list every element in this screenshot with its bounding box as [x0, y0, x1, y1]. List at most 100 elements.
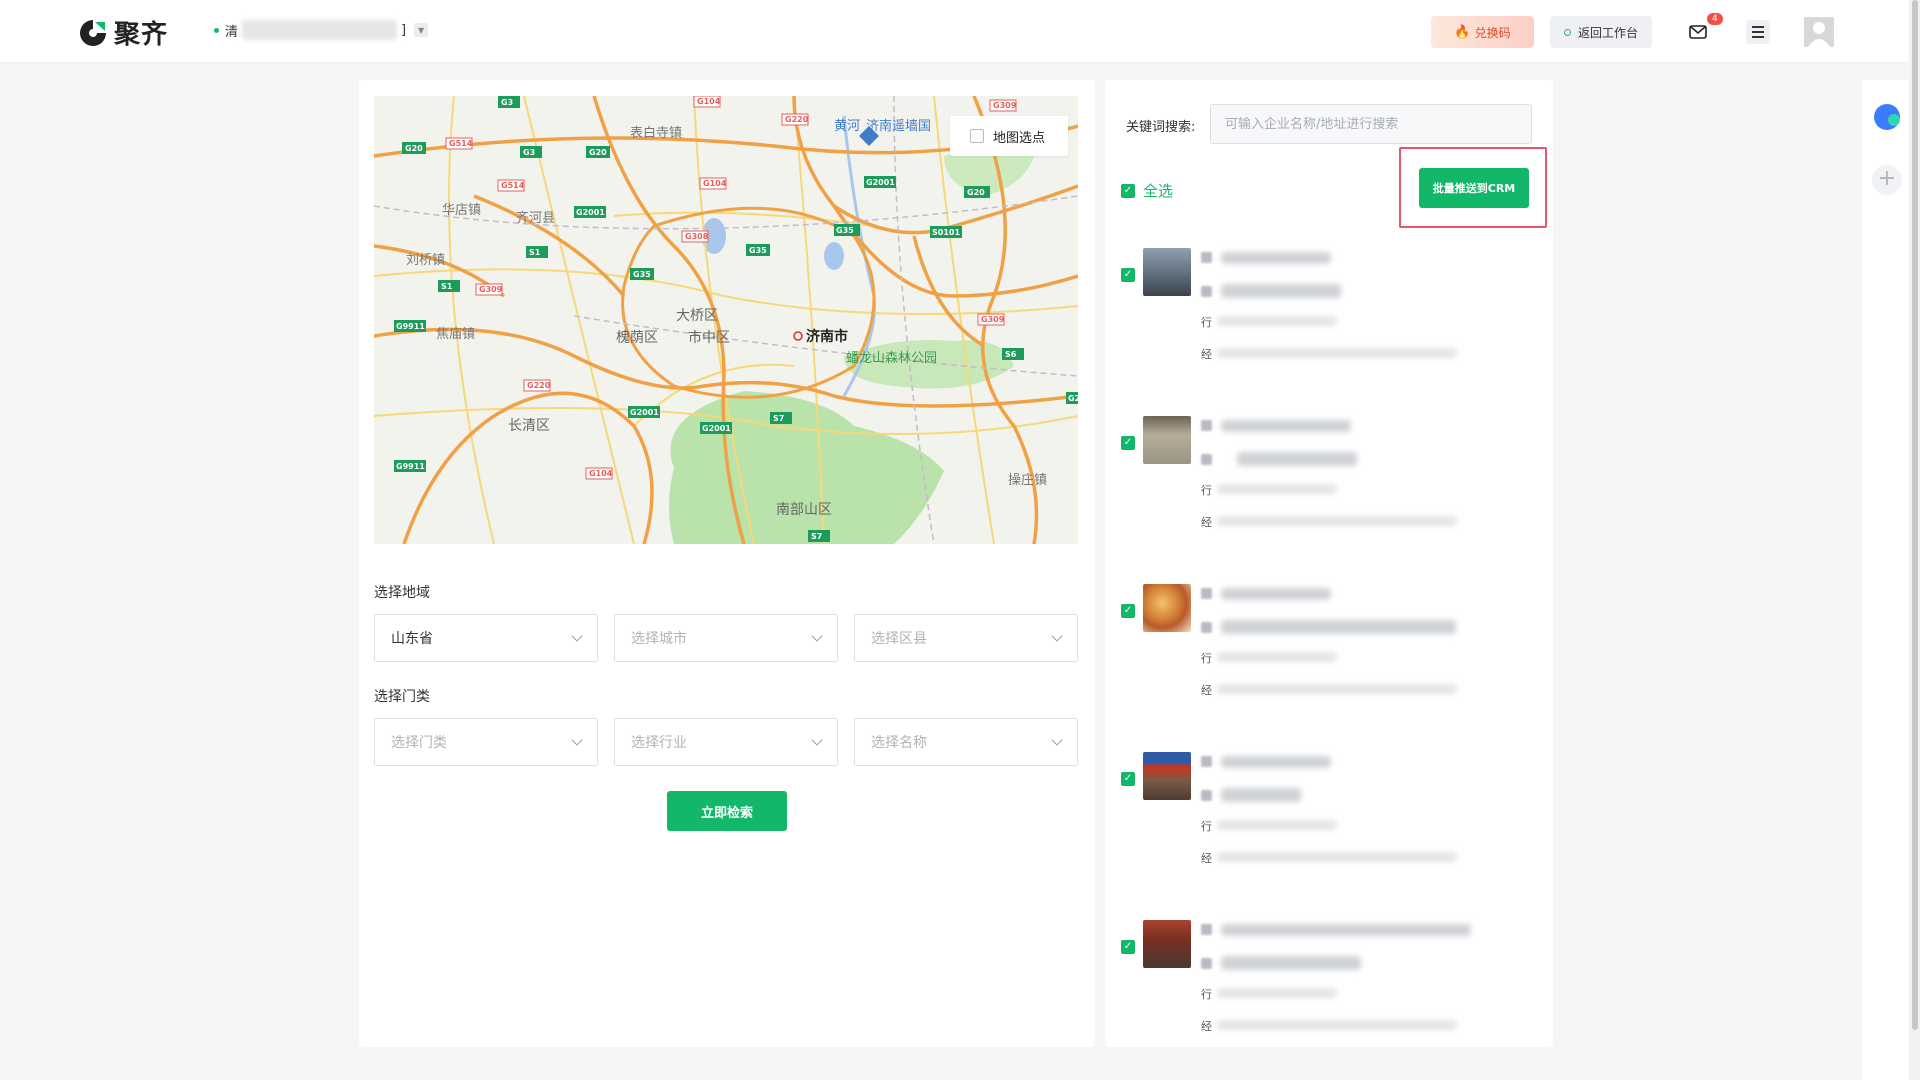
dropdown-icon[interactable]: ▼	[414, 23, 429, 37]
building-icon	[1201, 454, 1212, 465]
city-select[interactable]: 选择城市	[614, 614, 838, 662]
svg-text:S7: S7	[773, 414, 784, 423]
chevron-down-icon	[571, 630, 583, 642]
item-checkbox[interactable]: ✓	[1121, 268, 1135, 282]
svg-text:G35: G35	[633, 270, 651, 279]
store-photo	[1143, 752, 1191, 800]
logo[interactable]: 聚齐	[78, 14, 168, 51]
svg-text:G514: G514	[501, 181, 525, 190]
filter-panel: G3 G20 G3 G20 G2001 G20 G2001 G35 S0101 …	[359, 80, 1095, 1047]
return-workspace-button[interactable]: 返回工作台	[1550, 16, 1652, 48]
svg-text:G3: G3	[523, 148, 535, 157]
svg-text:大桥区: 大桥区	[676, 308, 718, 324]
item-checkbox[interactable]: ✓	[1121, 940, 1135, 954]
industry-select[interactable]: 选择行业	[614, 718, 838, 766]
svg-text:市中区: 市中区	[688, 329, 730, 346]
list-item[interactable]: ✓ 行 经	[1121, 416, 1541, 576]
name-select[interactable]: 选择名称	[854, 718, 1078, 766]
svg-text:G104: G104	[703, 179, 727, 188]
svg-text:G3: G3	[501, 98, 513, 107]
scope-label: 经	[1201, 348, 1212, 361]
search-now-button[interactable]: 立即检索	[667, 791, 787, 831]
phone-redacted	[1221, 420, 1351, 432]
phone-icon	[1201, 252, 1212, 263]
scope-redacted	[1217, 516, 1457, 526]
industry-label: 行	[1201, 484, 1212, 497]
select-all-checkbox[interactable]: ✓ 全选	[1121, 180, 1173, 201]
province-select[interactable]: 山东省	[374, 614, 598, 662]
store-photo	[1143, 416, 1191, 464]
category-placeholder: 选择门类	[391, 735, 447, 751]
list-item[interactable]: ✓ 行 经	[1121, 584, 1541, 744]
industry-label: 行	[1201, 820, 1212, 833]
chevron-down-icon	[571, 734, 583, 746]
svg-text:G2001: G2001	[702, 424, 731, 433]
select-all-label: 全选	[1143, 182, 1174, 200]
map-pick-checkbox[interactable]	[970, 129, 984, 143]
svg-text:G308: G308	[685, 232, 709, 241]
item-checkbox[interactable]: ✓	[1121, 436, 1135, 450]
province-value: 山东省	[391, 631, 433, 647]
add-icon[interactable]: +	[1872, 165, 1902, 195]
scope-redacted	[1217, 684, 1457, 694]
page-scrollbar[interactable]	[1910, 0, 1920, 1080]
map-view[interactable]: G3 G20 G3 G20 G2001 G20 G2001 G35 S0101 …	[374, 96, 1078, 544]
svg-text:G20: G20	[405, 144, 423, 153]
list-item[interactable]: ✓ 行 经	[1121, 248, 1541, 408]
industry-redacted	[1217, 652, 1337, 662]
svg-text:G9911: G9911	[396, 322, 425, 331]
svg-text:操庄镇: 操庄镇	[1008, 472, 1047, 488]
keyword-label: 关键词搜索:	[1126, 120, 1196, 135]
svg-text:G104: G104	[589, 469, 613, 478]
batch-push-crm-button[interactable]: 批量推送到CRM	[1419, 168, 1529, 208]
industry-redacted	[1217, 316, 1337, 326]
redeem-code-button[interactable]: 🔥 兑换码	[1431, 16, 1534, 48]
svg-text:S1: S1	[441, 282, 453, 291]
industry-placeholder: 选择行业	[631, 735, 687, 751]
map-pick-toggle[interactable]: 地图选点	[950, 116, 1068, 156]
fire-icon: 🔥	[1454, 24, 1471, 40]
company-name-redacted	[1221, 956, 1361, 970]
svg-text:G220: G220	[785, 115, 809, 124]
chat-icon[interactable]	[1874, 104, 1900, 130]
company-name-redacted	[1237, 452, 1357, 466]
list-item[interactable]: ✓ 行 经	[1121, 920, 1541, 1047]
chevron-down-icon	[811, 630, 823, 642]
svg-text:刘桥镇: 刘桥镇	[406, 253, 445, 268]
svg-text:G35: G35	[836, 226, 854, 235]
svg-text:G514: G514	[449, 139, 473, 148]
logo-text: 聚齐	[114, 20, 169, 50]
ring-icon	[1563, 28, 1571, 36]
building-icon	[1201, 286, 1212, 297]
avatar[interactable]	[1804, 17, 1834, 47]
scrollbar-thumb[interactable]	[1912, 0, 1918, 1030]
svg-text:S6: S6	[1005, 350, 1017, 359]
industry-redacted	[1217, 820, 1337, 830]
svg-text:G104: G104	[697, 97, 721, 106]
district-select[interactable]: 选择区县	[854, 614, 1078, 662]
svg-text:槐荫区: 槐荫区	[616, 330, 658, 346]
phone-icon	[1201, 420, 1212, 431]
menu-line	[1752, 31, 1764, 33]
org-name-redacted	[242, 20, 398, 40]
menu-button[interactable]	[1746, 20, 1770, 44]
building-icon	[1201, 958, 1212, 969]
svg-text:长清区: 长清区	[508, 418, 550, 434]
svg-text:G309: G309	[479, 285, 503, 294]
chevron-down-icon	[811, 734, 823, 746]
mail-button[interactable]: 4	[1688, 13, 1723, 42]
phone-icon	[1201, 588, 1212, 599]
item-checkbox[interactable]: ✓	[1121, 772, 1135, 786]
list-item[interactable]: ✓ 行 经	[1121, 752, 1541, 912]
svg-text:S0101: S0101	[932, 228, 960, 237]
keyword-search-input[interactable]	[1210, 104, 1532, 144]
svg-text:济南遥墙国: 济南遥墙国	[866, 118, 931, 134]
category-select[interactable]: 选择门类	[374, 718, 598, 766]
user-icon	[1808, 22, 1830, 47]
svg-text:蟠龙山森林公园: 蟠龙山森林公园	[846, 351, 937, 366]
item-checkbox[interactable]: ✓	[1121, 604, 1135, 618]
svg-text:黄河: 黄河	[834, 119, 860, 134]
svg-text:G2001: G2001	[866, 178, 895, 187]
building-icon	[1201, 622, 1212, 633]
org-switcher[interactable]: 清 ] ▼	[214, 20, 429, 40]
